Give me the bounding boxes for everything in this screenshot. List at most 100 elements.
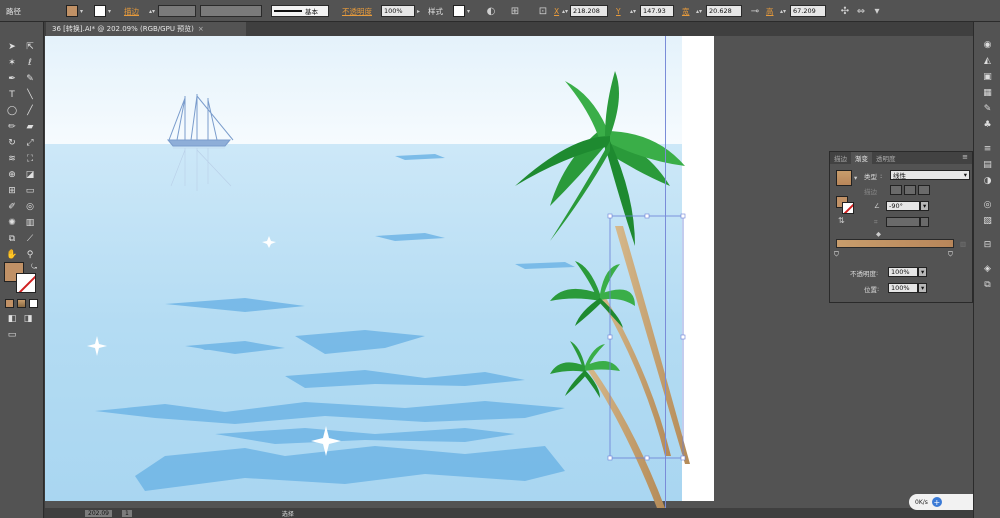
line-tool-icon[interactable]: ╲ bbox=[22, 88, 38, 102]
stroke-weight-field[interactable] bbox=[158, 5, 196, 17]
stroke-label[interactable]: 描边 bbox=[124, 4, 139, 18]
swap-colors-icon[interactable]: ⤿ bbox=[26, 260, 42, 274]
gradient-tool-icon[interactable]: ▭ bbox=[22, 184, 38, 198]
y-stepper-icon[interactable]: ▴▾ bbox=[630, 4, 636, 18]
appearance-icon[interactable]: ◎ bbox=[981, 198, 994, 211]
panel-opacity-field[interactable]: 100% bbox=[888, 267, 918, 277]
network-speed-widget[interactable]: 0K/s + bbox=[909, 494, 973, 510]
gradient-dropdown-icon[interactable]: ▾ bbox=[854, 174, 857, 182]
bbox-handle[interactable] bbox=[607, 334, 613, 340]
fill-swatch[interactable] bbox=[66, 5, 78, 17]
tab-transparency[interactable]: 透明度 bbox=[872, 152, 900, 164]
symbol-sprayer-tool-icon[interactable]: ✺ bbox=[4, 216, 20, 230]
ellipse-tool-icon[interactable]: ◯ bbox=[4, 104, 20, 118]
panel-menu-icon[interactable]: ▾ bbox=[870, 4, 884, 18]
fill-dropdown-icon[interactable]: ▾ bbox=[80, 4, 83, 18]
stroke-swatch[interactable] bbox=[94, 5, 106, 17]
artboard-tool-icon[interactable]: ⧉ bbox=[4, 232, 20, 246]
bbox-handle[interactable] bbox=[680, 334, 686, 340]
h-field[interactable]: 67.209 bbox=[790, 5, 826, 17]
gradient-panel-icon[interactable]: ▤ bbox=[981, 158, 994, 171]
shape-builder-tool-icon[interactable]: ⊕ bbox=[4, 168, 20, 182]
bbox-handle[interactable] bbox=[680, 213, 686, 219]
hand-tool-icon[interactable]: ✋ bbox=[4, 248, 20, 262]
gradient-stop-end[interactable]: ⛉ bbox=[948, 250, 953, 259]
scale-tool-icon[interactable]: ⤢ bbox=[22, 136, 38, 150]
type-tool-icon[interactable]: T bbox=[4, 88, 20, 102]
tab-gradient[interactable]: 渐变 bbox=[851, 152, 872, 164]
location-field[interactable]: 100% bbox=[888, 283, 918, 293]
opacity-arrow-icon[interactable]: ▸ bbox=[417, 4, 420, 18]
stroke-dropdown-icon[interactable]: ▾ bbox=[108, 4, 111, 18]
angle-dropdown-icon[interactable]: ▾ bbox=[920, 201, 929, 211]
stroke-color-swatch[interactable] bbox=[16, 273, 36, 293]
w-stepper-icon[interactable]: ▴▾ bbox=[696, 4, 702, 18]
none-mode-icon[interactable] bbox=[29, 299, 38, 308]
w-field[interactable]: 20.628 bbox=[706, 5, 742, 17]
mesh-tool-icon[interactable]: ⊞ bbox=[4, 184, 20, 198]
artboard-page-field[interactable]: 1 bbox=[122, 509, 132, 517]
flip-icon[interactable]: ⇔ bbox=[854, 4, 868, 18]
y-label[interactable]: Y bbox=[616, 4, 621, 18]
symbols-icon[interactable]: ♣ bbox=[981, 118, 994, 131]
live-paint-tool-icon[interactable]: ◪ bbox=[22, 168, 38, 182]
variable-width-field[interactable] bbox=[200, 5, 262, 17]
transform-reference-icon[interactable]: ⊡ bbox=[536, 4, 550, 18]
align-panel-icon[interactable]: ⊟ bbox=[981, 238, 994, 251]
gradient-preview-swatch[interactable] bbox=[836, 170, 852, 186]
lasso-tool-icon[interactable]: ℓ bbox=[22, 56, 38, 70]
style-swatch[interactable] bbox=[453, 5, 465, 17]
stroke-style-field[interactable]: 基本 bbox=[271, 5, 329, 17]
align-icon[interactable]: ⊞ bbox=[508, 4, 522, 18]
midpoint-icon[interactable]: ◆ bbox=[876, 230, 881, 238]
panel-menu-icon[interactable]: ≡ bbox=[962, 153, 968, 161]
color-mode-icon[interactable] bbox=[5, 299, 14, 308]
rotate-tool-icon[interactable]: ↻ bbox=[4, 136, 20, 150]
eraser-tool-icon[interactable]: ▰ bbox=[22, 120, 38, 134]
libraries-icon[interactable]: ◭ bbox=[981, 54, 994, 67]
recolor-icon[interactable]: ◐ bbox=[484, 4, 498, 18]
w-label[interactable]: 宽 bbox=[682, 4, 690, 18]
type-select[interactable]: 线性 ▾ bbox=[890, 170, 970, 180]
curvature-tool-icon[interactable]: ✎ bbox=[22, 72, 38, 86]
bbox-handle[interactable] bbox=[680, 455, 686, 461]
document-tab[interactable]: 36 [转换].AI* @ 202.09% (RGB/GPU 预览) × bbox=[46, 22, 246, 36]
pen-tool-icon[interactable]: ✒ bbox=[4, 72, 20, 86]
x-stepper-icon[interactable]: ▴▾ bbox=[562, 4, 568, 18]
pencil-tool-icon[interactable]: ✏ bbox=[4, 120, 20, 134]
y-field[interactable]: 147.93 bbox=[640, 5, 674, 17]
zoom-field[interactable]: 202.09 bbox=[85, 509, 112, 517]
selection-tool-icon[interactable]: ➤ bbox=[4, 40, 20, 54]
bbox-handle[interactable] bbox=[607, 213, 613, 219]
swatches-icon[interactable]: ▦ bbox=[981, 86, 994, 99]
link-proportions-icon[interactable]: ⊸ bbox=[748, 4, 762, 18]
close-tab-icon[interactable]: × bbox=[198, 25, 204, 33]
opacity-label[interactable]: 不透明度 bbox=[342, 4, 372, 18]
draw-behind-icon[interactable]: ◨ bbox=[20, 312, 36, 326]
blend-tool-icon[interactable]: ◎ bbox=[22, 200, 38, 214]
transform-icon[interactable]: ✣ bbox=[838, 4, 852, 18]
x-field[interactable]: 218.208 bbox=[570, 5, 608, 17]
style-dropdown-icon[interactable]: ▾ bbox=[467, 4, 470, 18]
graph-tool-icon[interactable]: ▥ bbox=[22, 216, 38, 230]
stroke-indicator-swatch[interactable] bbox=[842, 202, 854, 214]
screen-mode-icon[interactable]: ▭ bbox=[4, 328, 20, 342]
draw-normal-icon[interactable]: ◧ bbox=[4, 312, 20, 326]
panel-opacity-dropdown-icon[interactable]: ▾ bbox=[918, 267, 927, 277]
h-label[interactable]: 高 bbox=[766, 4, 774, 18]
stroke-weight-stepper-icon[interactable]: ▴▾ bbox=[149, 4, 155, 18]
properties-icon[interactable]: ▣ bbox=[981, 70, 994, 83]
paintbrush-tool-icon[interactable]: ╱ bbox=[22, 104, 38, 118]
color-guide-icon[interactable]: ◉ bbox=[981, 38, 994, 51]
gradient-stop-start[interactable]: ⛉ bbox=[834, 250, 839, 259]
x-label[interactable]: X bbox=[554, 4, 559, 18]
angle-field[interactable]: -90° bbox=[886, 201, 920, 211]
slice-tool-icon[interactable]: ⟋ bbox=[22, 232, 38, 246]
h-stepper-icon[interactable]: ▴▾ bbox=[780, 4, 786, 18]
bbox-handle[interactable] bbox=[607, 455, 613, 461]
layers-icon[interactable]: ◈ bbox=[981, 262, 994, 275]
magic-wand-tool-icon[interactable]: ✶ bbox=[4, 56, 20, 70]
stroke-panel-icon[interactable]: ≡ bbox=[981, 142, 994, 155]
vertical-guide[interactable] bbox=[665, 36, 666, 508]
bbox-handle[interactable] bbox=[644, 213, 650, 219]
